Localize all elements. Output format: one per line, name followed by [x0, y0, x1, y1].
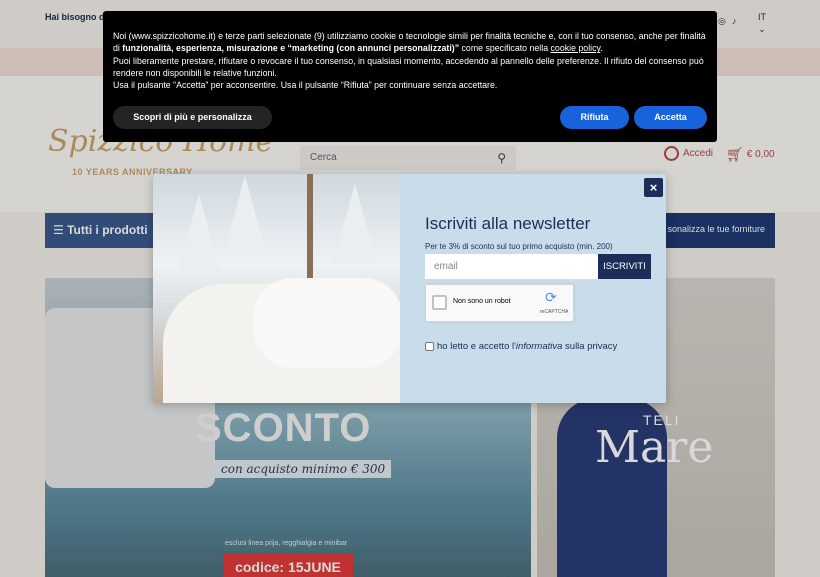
cookie-text-bold: funzionalità, esperienza, misurazione e …	[122, 43, 460, 54]
recaptcha-label: Non sono un robot	[453, 298, 511, 305]
cookie-banner: Noi (www.spizzicohome.it) e terze parti …	[103, 11, 717, 142]
newsletter-title: Iscriviti alla newsletter	[425, 214, 591, 233]
cookie-text-mid: come specificato nella	[459, 43, 551, 54]
recaptcha-brand: reCAPTCHA	[540, 309, 569, 315]
privacy-checkbox[interactable]	[425, 342, 434, 351]
cookie-customize-button[interactable]: Scopri di più e personalizza	[113, 106, 272, 129]
cookie-paragraph-3: Usa il pulsante “Accetta” per acconsenti…	[113, 80, 498, 91]
bedroom-image	[153, 174, 400, 403]
privacy-consent: ho letto e accetto l'informativa sulla p…	[425, 341, 617, 352]
snow-tree-shape	[177, 194, 221, 274]
recaptcha-checkbox[interactable]	[432, 295, 447, 310]
privacy-text-start: ho letto e accetto l'	[437, 341, 516, 352]
cookie-reject-button[interactable]: Rifiuta	[560, 106, 629, 129]
recaptcha-widget: Non sono un robot ⟳ reCAPTCHA	[425, 284, 574, 322]
privacy-text: ho letto e accetto l'informativa sulla p…	[437, 341, 617, 352]
privacy-text-end: sulla privacy	[562, 341, 618, 352]
snow-tree-shape	[223, 176, 267, 256]
cookie-paragraph-1: Noi (www.spizzicohome.it) e terze parti …	[113, 30, 707, 55]
newsletter-popup: × Iscriviti alla newsletter Per te 3% di…	[153, 174, 666, 403]
popup-close-button[interactable]: ×	[644, 178, 663, 197]
privacy-policy-link[interactable]: informativa	[516, 341, 562, 352]
cookie-policy-link[interactable]: cookie policy	[551, 43, 601, 53]
newsletter-subscribe-button[interactable]: ISCRIVITI	[598, 254, 651, 279]
cookie-text-end: .	[600, 43, 603, 54]
newsletter-subtitle: Per te 3% di sconto sul tuo primo acquis…	[425, 242, 613, 251]
window-frame	[307, 174, 313, 294]
snow-tree-shape	[333, 184, 377, 264]
cookie-text: Noi (www.spizzicohome.it) e terze parti …	[113, 30, 707, 91]
cookie-accept-button[interactable]: Accetta	[634, 106, 707, 129]
recaptcha-icon: ⟳	[545, 289, 557, 305]
cookie-paragraph-2: Puoi liberamente prestare, rifiutare o r…	[113, 55, 704, 78]
pillow-shape	[253, 278, 400, 368]
newsletter-email-input[interactable]	[425, 254, 598, 279]
